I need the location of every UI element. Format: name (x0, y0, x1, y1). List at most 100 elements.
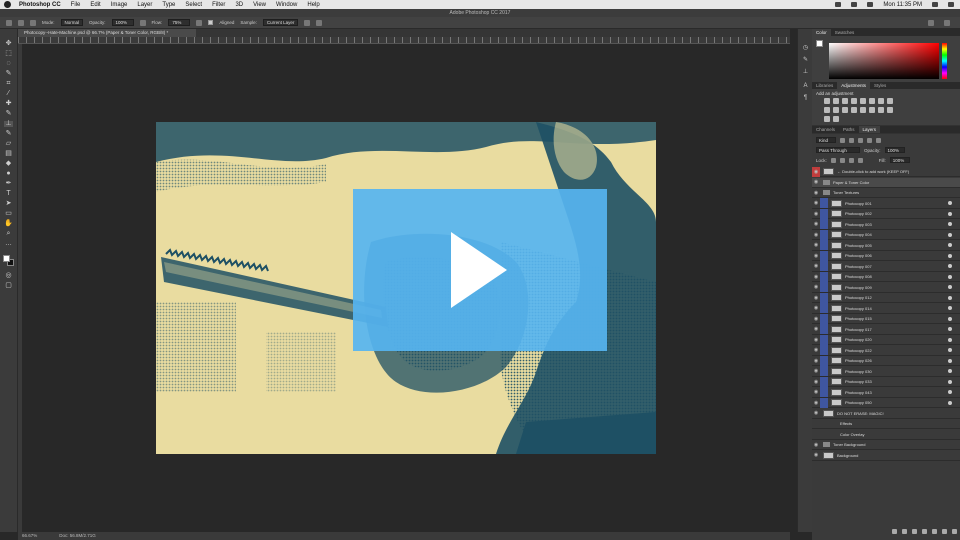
video-play-button[interactable] (353, 189, 607, 351)
menu-help[interactable]: Help (307, 2, 319, 8)
layer-row[interactable]: ◉ Photocopy 002 (812, 208, 960, 219)
fill-field[interactable]: 100% (889, 157, 910, 163)
flow-field[interactable]: 75% (168, 19, 191, 26)
layer-effect-icon[interactable] (948, 274, 952, 279)
visibility-eye-icon[interactable]: ◉ (812, 198, 820, 208)
pressure-size-icon[interactable] (316, 19, 323, 26)
hue-saturation-icon[interactable] (878, 98, 884, 104)
new-adjustment-icon[interactable] (922, 529, 927, 534)
move-tool-icon[interactable]: ✥ (4, 40, 13, 47)
layer-row[interactable]: ◉ Photocopy 007 (812, 261, 960, 272)
visibility-eye-icon[interactable]: ◉ (812, 251, 820, 261)
layer-row[interactable]: ◉ Photocopy 008 (812, 271, 960, 282)
menu-filter[interactable]: Filter (212, 2, 225, 8)
horizontal-ruler[interactable] (18, 37, 790, 44)
zoom-tool-icon[interactable]: ⌕ (4, 230, 13, 237)
visibility-eye-icon[interactable]: ◉ (812, 398, 820, 408)
visibility-eye-icon[interactable]: ◉ (812, 240, 820, 250)
visibility-eye-icon[interactable]: ◉ (812, 166, 820, 177)
layer-row[interactable]: ◉ Photocopy 009 (812, 282, 960, 293)
brush-preset-icon[interactable] (18, 19, 24, 26)
layer-row[interactable]: ◉ Paper & Toner Color (812, 177, 960, 188)
threshold-icon[interactable] (878, 107, 884, 113)
visibility-eye-icon[interactable]: ◉ (812, 408, 820, 418)
blur-tool-icon[interactable]: ◆ (4, 160, 13, 167)
tab-libraries[interactable]: Libraries (812, 82, 837, 89)
layer-effect-icon[interactable] (948, 390, 952, 394)
visibility-eye-icon[interactable]: ◉ (812, 440, 820, 450)
character-icon[interactable]: A (802, 83, 809, 89)
layer-effect-icon[interactable] (948, 337, 952, 342)
filter-adjustment-icon[interactable] (849, 137, 854, 143)
layer-effect-icon[interactable] (948, 316, 952, 321)
type-tool-icon[interactable]: T (4, 190, 13, 197)
photo-filter-icon[interactable] (833, 107, 839, 113)
blend-mode-select[interactable]: Pass Through (816, 147, 860, 153)
brush-panel-icon[interactable] (30, 19, 36, 26)
layer-row[interactable]: Color Overlay (812, 430, 960, 440)
black-white-icon[interactable] (824, 107, 830, 113)
layer-effect-icon[interactable] (948, 222, 952, 226)
invert-icon[interactable] (860, 107, 866, 113)
menu-view[interactable]: View (253, 2, 266, 8)
visibility-eye-icon[interactable]: ◉ (812, 293, 820, 303)
visibility-eye-icon[interactable] (812, 429, 820, 439)
visibility-eye-icon[interactable]: ◉ (812, 230, 820, 240)
sample-select[interactable]: Current Layer (262, 19, 299, 26)
layer-row[interactable]: ◉ ← Double-click to add work (KEEP OFF) (812, 166, 960, 177)
layer-row[interactable]: ◉ Photocopy 015 (812, 313, 960, 324)
paragraph-icon[interactable]: ¶ (802, 95, 809, 101)
layer-effect-icon[interactable] (948, 264, 952, 268)
lasso-tool-icon[interactable]: ◌ (4, 60, 13, 67)
layer-row[interactable]: ◉ Photocopy 005 (812, 240, 960, 251)
curves-icon[interactable] (842, 98, 848, 104)
visibility-eye-icon[interactable]: ◉ (812, 387, 820, 397)
color-picker-field[interactable] (829, 43, 939, 79)
layer-row[interactable]: ◉ Photocopy 017 (812, 324, 960, 335)
lock-position-icon[interactable] (839, 157, 845, 163)
menu-select[interactable]: Select (185, 2, 202, 8)
history-icon[interactable]: ◷ (802, 45, 809, 51)
document-tab[interactable]: Photocopy--Hate-Machine.psd @ 66.7% (Pap… (18, 29, 196, 37)
more-tools-icon[interactable]: … (4, 240, 13, 247)
new-group-icon[interactable] (932, 529, 937, 534)
layer-effect-icon[interactable] (948, 201, 952, 205)
lock-artboard-icon[interactable] (848, 157, 854, 163)
layer-effect-icon[interactable] (948, 358, 952, 363)
quick-select-tool-icon[interactable]: ✎ (4, 70, 13, 77)
marquee-tool-icon[interactable]: ⬚ (4, 50, 13, 57)
wifi-icon[interactable] (851, 2, 858, 7)
layer-row[interactable]: ◉ Photocopy 033 (812, 376, 960, 387)
layer-row[interactable]: ◉ Photocopy 001 (812, 198, 960, 209)
layer-effect-icon[interactable] (948, 232, 952, 237)
channel-mixer-icon[interactable] (842, 107, 848, 113)
dodge-tool-icon[interactable]: ● (4, 170, 13, 177)
layer-row[interactable]: ◉ DO NOT ERASE: MAGIC! (812, 409, 960, 419)
visibility-eye-icon[interactable]: ◉ (812, 282, 820, 292)
hand-tool-icon[interactable]: ✋ (4, 220, 13, 227)
layer-row[interactable]: ◉ Photocopy 012 (812, 292, 960, 303)
new-layer-icon[interactable] (942, 529, 947, 534)
pressure-opacity-icon[interactable] (139, 19, 146, 26)
layer-row[interactable]: Effects (812, 419, 960, 429)
opacity-field[interactable]: 100% (111, 19, 134, 26)
layer-effect-icon[interactable] (948, 285, 952, 289)
ignore-adjustment-icon[interactable] (304, 19, 311, 26)
link-layers-icon[interactable] (892, 529, 897, 534)
layer-row[interactable]: ◉ Photocopy 014 (812, 303, 960, 314)
menu-3d[interactable]: 3D (235, 2, 243, 8)
layer-row[interactable]: ◉ Photocopy 020 (812, 334, 960, 345)
layer-effect-icon[interactable] (948, 369, 952, 373)
visibility-eye-icon[interactable]: ◉ (812, 188, 820, 198)
volume-icon[interactable] (867, 2, 874, 7)
layer-opacity-field[interactable]: 100% (884, 147, 905, 153)
gradient-map-icon[interactable] (869, 98, 875, 104)
apple-icon[interactable] (4, 1, 11, 8)
pattern-icon[interactable] (833, 116, 839, 122)
kind-filter-select[interactable]: Kind (816, 137, 836, 143)
exposure-icon[interactable] (851, 98, 857, 104)
notification-icon[interactable] (948, 2, 954, 7)
color-balance-icon[interactable] (887, 98, 893, 104)
layer-row[interactable]: ◉ Toner Background (812, 440, 960, 450)
clock[interactable]: Mon 11:35 PM (883, 2, 922, 8)
